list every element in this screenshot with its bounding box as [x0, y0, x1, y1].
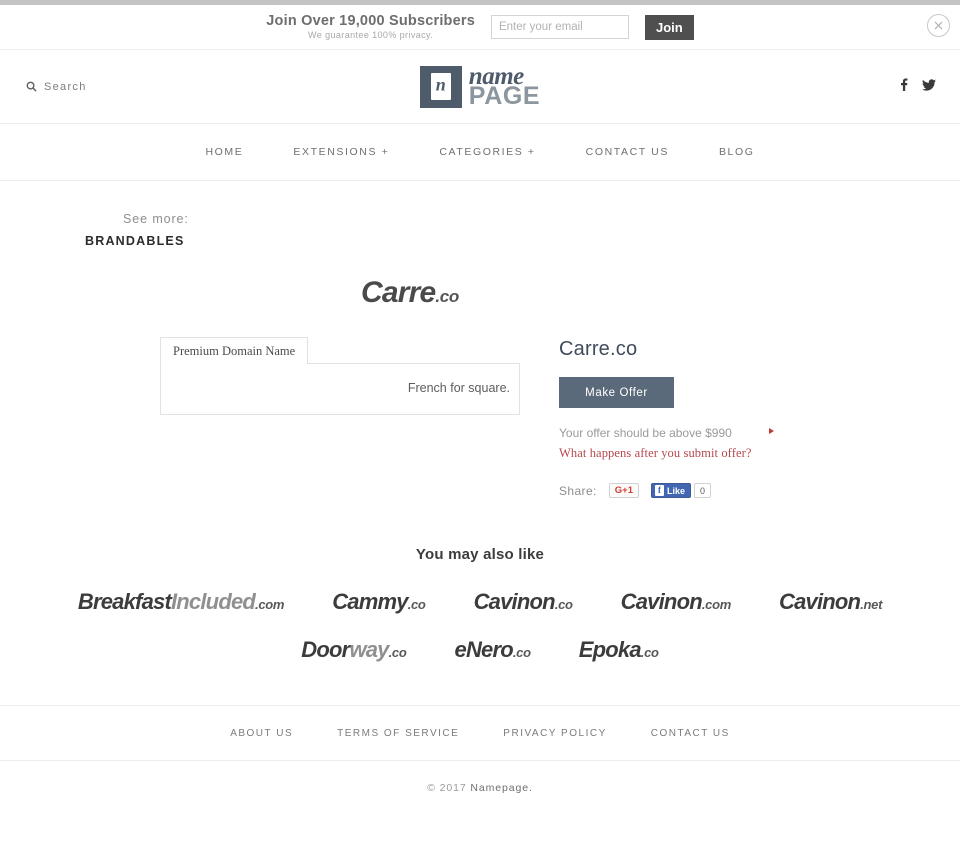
related-domain-tld: .com: [701, 597, 731, 613]
related-domain-item[interactable]: Cavinon.com: [597, 589, 755, 615]
logo-page-text: PAGE: [468, 82, 541, 110]
related-domains-section: You may also like BreakfastIncluded.com …: [0, 546, 960, 663]
share-label: Share:: [559, 483, 597, 498]
subscribe-subtitle: We guarantee 100% privacy.: [308, 29, 434, 40]
related-domain-item[interactable]: Epoka.co: [555, 637, 683, 663]
copyright-notice: © 2017 Namepage.: [0, 761, 960, 794]
related-domain-tld: .co: [640, 645, 659, 661]
subscribe-join-button[interactable]: Join: [644, 14, 694, 40]
related-domain-tld: .net: [860, 597, 883, 613]
related-domain-part-a: Cammy: [332, 589, 408, 615]
related-domains-title: You may also like: [415, 546, 545, 564]
footer-link-terms-of-service[interactable]: TERMS OF SERVICE: [337, 728, 459, 739]
twitter-icon[interactable]: [922, 78, 936, 96]
see-more-category-link[interactable]: BRANDABLES: [85, 232, 960, 250]
offer-info-link[interactable]: What happens after you submit offer?: [559, 446, 774, 461]
related-domain-part-a: Cavinon: [473, 589, 556, 615]
related-domain-item[interactable]: Cavinon.co: [450, 589, 597, 615]
see-more-label: See more:: [123, 212, 189, 226]
offer-minimum-note: Your offer should be above $990: [559, 424, 774, 442]
related-domain-part-a: eNero: [454, 637, 514, 663]
close-circle-icon[interactable]: [927, 14, 950, 37]
domain-info-tabs: Premium Domain Name French for square.: [160, 336, 520, 498]
search-icon: [26, 81, 37, 92]
google-plus-share-button[interactable]: G+1: [608, 483, 639, 499]
main-content: See more: BRANDABLES Carre.co Premium Do…: [0, 181, 960, 794]
logo-wordmark: name PAGE: [468, 64, 541, 110]
offer-panel: Carre.co Make Offer Your offer should be…: [559, 336, 774, 499]
copyright-brand: Namepage.: [470, 782, 533, 795]
domain-hero-logo: Carre.co: [0, 276, 960, 310]
subscribe-bar: Join Over 19,000 Subscribers We guarante…: [0, 5, 960, 50]
footer-link-about-us[interactable]: ABOUT US: [230, 728, 293, 739]
main-navigation: HOME EXTENSIONS + CATEGORIES + CONTACT U…: [0, 124, 960, 181]
related-domain-part-b: way: [349, 637, 389, 663]
logo-mark-icon: [419, 65, 462, 108]
subscribe-title: Join Over 19,000 Subscribers: [266, 12, 475, 29]
domain-hero-name: Carre: [360, 276, 436, 310]
facebook-like-count: 0: [694, 483, 712, 499]
related-domain-item[interactable]: Cavinon.net: [755, 589, 906, 615]
subscribe-email-input[interactable]: [490, 15, 629, 39]
nav-item-categories[interactable]: CATEGORIES +: [439, 146, 535, 158]
site-logo[interactable]: name PAGE: [419, 64, 541, 110]
related-domain-part-a: Door: [301, 637, 350, 663]
related-domain-part-a: Cavinon: [779, 589, 861, 615]
nav-item-home[interactable]: HOME: [205, 146, 243, 158]
site-header: Search name PAGE: [0, 50, 960, 124]
search-button[interactable]: Search: [26, 81, 87, 93]
footer-link-privacy-policy[interactable]: PRIVACY POLICY: [503, 728, 606, 739]
social-links: [898, 77, 936, 96]
domain-detail-row: Premium Domain Name French for square. C…: [0, 336, 960, 499]
related-domain-tld: .com: [255, 597, 285, 613]
related-domain-part-b: Included: [170, 589, 256, 615]
tab-header: Premium Domain Name: [160, 336, 520, 365]
domain-hero-tld: .co: [435, 287, 460, 307]
related-domain-part-a: Breakfast: [77, 589, 172, 615]
facebook-icon[interactable]: [898, 77, 909, 96]
footer-link-contact-us[interactable]: CONTACT US: [651, 728, 730, 739]
facebook-f-icon: f: [655, 485, 664, 497]
facebook-like-label: Like: [667, 485, 686, 496]
related-domain-item[interactable]: Cammy.co: [308, 589, 449, 615]
domain-title: Carre.co: [559, 338, 638, 361]
related-domain-tld: .co: [388, 645, 407, 661]
related-domain-tld: .co: [554, 597, 573, 613]
make-offer-button[interactable]: Make Offer: [559, 377, 674, 409]
see-more-block: See more: BRANDABLES: [85, 207, 960, 250]
related-domain-tld: .co: [512, 645, 531, 661]
tab-panel-description: French for square.: [160, 363, 520, 416]
related-domain-item[interactable]: BreakfastIncluded.com: [54, 589, 308, 615]
related-domain-part-a: Cavinon: [620, 589, 703, 615]
related-domain-item[interactable]: Doorway.co: [277, 637, 430, 663]
facebook-like-button[interactable]: f Like: [651, 483, 692, 499]
facebook-like-group[interactable]: f Like 0: [651, 483, 712, 499]
related-domains-grid: BreakfastIncluded.com Cammy.co Cavinon.c…: [0, 589, 960, 663]
related-domain-item[interactable]: eNero.co: [431, 637, 555, 663]
arrow-right-icon: [769, 428, 774, 435]
search-label: Search: [44, 80, 87, 93]
offer-minimum-text: Your offer should be above $990: [559, 426, 732, 441]
related-domain-tld: .co: [407, 597, 426, 613]
related-domain-part-a: Epoka: [578, 637, 642, 663]
nav-item-contact-us[interactable]: CONTACT US: [586, 146, 669, 158]
nav-item-blog[interactable]: BLOG: [719, 146, 755, 158]
share-row: Share: G+1 f Like 0: [559, 483, 774, 499]
copyright-prefix: © 2017: [427, 782, 471, 795]
footer-navigation: ABOUT US TERMS OF SERVICE PRIVACY POLICY…: [0, 706, 960, 762]
tab-premium-domain-name[interactable]: Premium Domain Name: [160, 337, 309, 365]
nav-item-extensions[interactable]: EXTENSIONS +: [293, 146, 389, 158]
subscribe-text-group: Join Over 19,000 Subscribers We guarante…: [266, 12, 475, 41]
